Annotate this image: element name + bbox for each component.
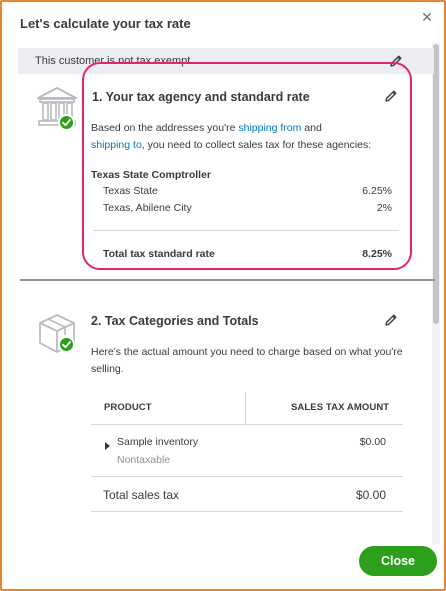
row-divider — [91, 476, 403, 477]
agency-description: Based on the addresses you're shipping f… — [91, 120, 401, 154]
section-divider — [20, 279, 435, 281]
column-header-sales-tax: SALES TAX AMOUNT — [291, 402, 390, 413]
close-icon[interactable]: ✕ — [420, 10, 434, 24]
total-sales-tax-value: $0.00 — [355, 488, 386, 502]
dialog-header: Let's calculate your tax rate ✕ — [4, 4, 440, 42]
agency-description-prefix: Based on the addresses you're — [91, 122, 239, 134]
agency-description-suffix: , you need to collect sales tax for thes… — [141, 139, 372, 151]
checkmark-icon — [58, 336, 75, 353]
categories-description: Here's the actual amount you need to cha… — [91, 346, 403, 375]
scrollbar-thumb[interactable] — [433, 44, 439, 324]
column-header-product: PRODUCT — [104, 402, 152, 413]
close-button[interactable]: Close — [359, 546, 437, 576]
rate-row-label: Texas State — [103, 185, 158, 197]
total-sales-tax-label: Total sales tax — [103, 488, 180, 502]
column-separator — [245, 392, 246, 424]
product-name: Sample inventory — [117, 436, 199, 448]
divider — [93, 230, 399, 231]
agency-section-title: 1. Your tax agency and standard rate — [92, 90, 310, 104]
rate-row-value: 6.25% — [362, 185, 392, 197]
categories-section-title: 2. Tax Categories and Totals — [91, 314, 259, 328]
product-tax-amount: $0.00 — [359, 436, 386, 448]
shipping-to-link[interactable]: shipping to — [91, 139, 142, 151]
total-rate-label: Total tax standard rate — [103, 248, 215, 260]
header-divider — [91, 424, 403, 425]
product-tax-category: Nontaxable — [117, 454, 171, 466]
total-divider — [91, 511, 403, 512]
shipping-from-link[interactable]: shipping from — [238, 122, 301, 134]
rate-row-label: Texas, Abilene City — [103, 202, 192, 214]
agency-name: Texas State Comptroller — [91, 169, 212, 181]
expand-caret-icon[interactable] — [105, 442, 110, 450]
checkmark-icon — [58, 114, 75, 131]
total-rate-value: 8.25% — [362, 248, 392, 260]
agency-description-and: and — [301, 122, 322, 134]
rate-row-value: 2% — [376, 202, 392, 214]
pencil-icon[interactable] — [383, 88, 399, 104]
tax-rate-dialog: Let's calculate your tax rate ✕ This cus… — [4, 4, 440, 587]
dialog-title: Let's calculate your tax rate — [20, 16, 191, 31]
pencil-icon[interactable] — [383, 312, 399, 328]
